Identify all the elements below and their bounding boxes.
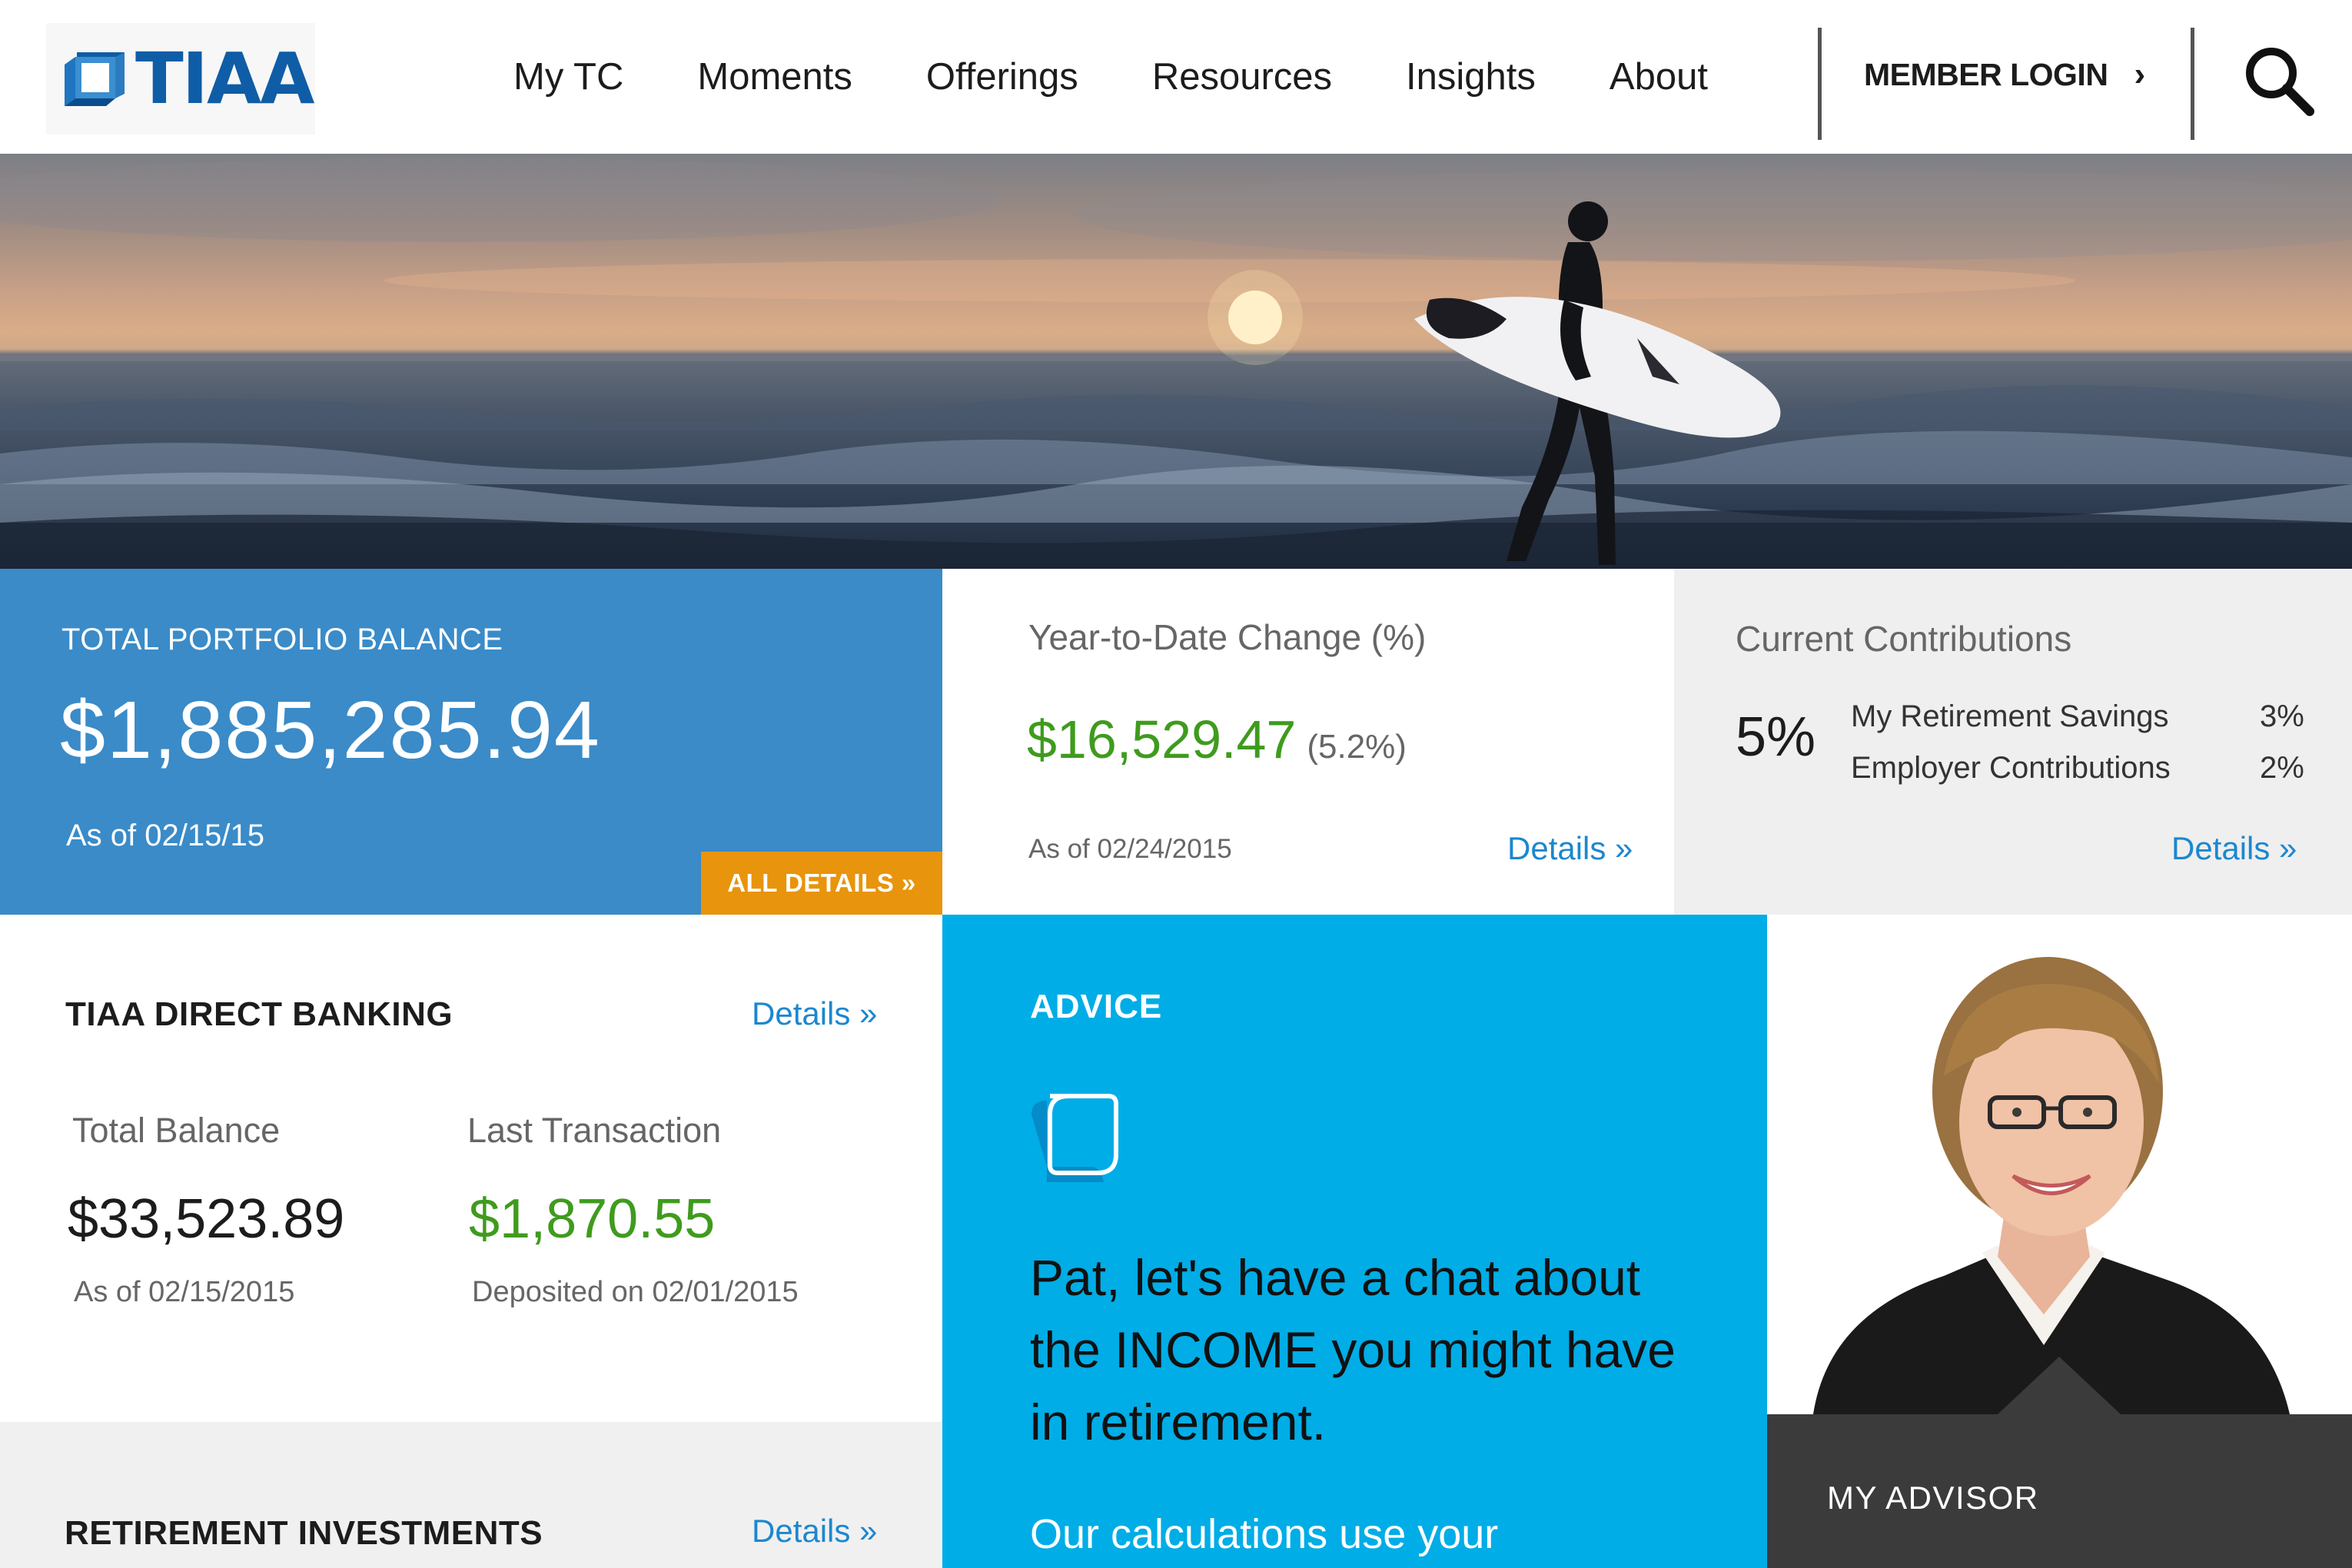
contributions-details-link[interactable]: Details » xyxy=(2171,830,2297,867)
portfolio-label: TOTAL PORTFOLIO BALANCE xyxy=(61,623,503,656)
advice-message: Pat, let's have a chat about the INCOME … xyxy=(1030,1249,1676,1450)
all-details-button[interactable]: ALL DETAILS » xyxy=(701,852,942,915)
contributions-total: 5% xyxy=(1736,706,1816,768)
hero-image-surfer-sunset xyxy=(0,154,2352,569)
retirement-details-link[interactable]: Details » xyxy=(752,1513,877,1550)
hero-illustration xyxy=(0,158,2352,569)
advice-tile: ADVICE Pat, let's have a chat about the … xyxy=(942,915,1767,1568)
contribution-row-label: My Retirement Savings xyxy=(1851,699,2169,733)
my-advisor-tile[interactable]: MY ADVISOR xyxy=(1767,915,2352,1568)
banking-title: TIAA DIRECT BANKING xyxy=(65,995,453,1033)
advice-subtext: Our calculations use your xyxy=(1030,1511,1499,1557)
last-transaction-value: $1,870.55 xyxy=(469,1188,716,1250)
ytd-as-of: As of 02/24/2015 xyxy=(1028,834,1232,864)
contribution-row-label: Employer Contributions xyxy=(1851,751,2171,785)
site-header: TIAA My TC Moments Offerings Resources I… xyxy=(0,0,2352,154)
ytd-label: Year-to-Date Change (%) xyxy=(1028,617,1427,657)
logo-text: TIAA xyxy=(135,37,314,120)
contributions-label: Current Contributions xyxy=(1736,619,2072,659)
total-balance-label: Total Balance xyxy=(72,1111,281,1150)
nav-divider xyxy=(2191,28,2194,140)
retirement-investments-tile: RETIREMENT INVESTMENTS Details » xyxy=(0,1422,942,1568)
contribution-row-value: 3% xyxy=(2260,699,2304,733)
contribution-row-value: 2% xyxy=(2260,751,2304,785)
ytd-value: $16,529.47 xyxy=(1027,709,1297,769)
banking-details-link[interactable]: Details » xyxy=(752,995,877,1032)
advisor-photo xyxy=(1767,915,2352,1414)
nav-item-about[interactable]: About xyxy=(1610,55,1708,98)
nav-item-my-tc[interactable]: My TC xyxy=(513,55,623,98)
my-advisor-label: MY ADVISOR xyxy=(1827,1480,2039,1516)
ytd-change-tile: Year-to-Date Change (%) $16,529.47 (5.2%)… xyxy=(942,569,1674,915)
chevron-right-icon: › xyxy=(2134,55,2145,93)
ytd-percent: (5.2%) xyxy=(1307,728,1407,766)
ytd-value-row: $16,529.47 (5.2%) xyxy=(1027,709,1407,770)
ytd-details-link[interactable]: Details » xyxy=(1507,830,1633,867)
tiaa-logo[interactable]: TIAA xyxy=(46,23,315,135)
total-portfolio-tile: TOTAL PORTFOLIO BALANCE $1,885,285.94 As… xyxy=(0,569,942,915)
chat-bubble-icon xyxy=(1031,1094,1118,1182)
retirement-title: RETIREMENT INVESTMENTS xyxy=(65,1514,543,1552)
direct-banking-tile: TIAA DIRECT BANKING Details » Total Bala… xyxy=(0,915,942,1422)
member-login-label: MEMBER LOGIN xyxy=(1864,56,2108,92)
tiaa-logo-mark-icon xyxy=(65,51,125,106)
main-nav: My TC Moments Offerings Resources Insigh… xyxy=(513,0,1708,154)
nav-divider xyxy=(1818,28,1822,140)
last-transaction-note: Deposited on 02/01/2015 xyxy=(472,1276,799,1308)
nav-item-moments[interactable]: Moments xyxy=(697,55,852,98)
portfolio-as-of: As of 02/15/15 xyxy=(66,819,264,852)
advice-title: ADVICE xyxy=(1030,988,1163,1025)
portfolio-value: $1,885,285.94 xyxy=(60,685,601,776)
total-balance-as-of: As of 02/15/2015 xyxy=(74,1276,295,1308)
last-transaction-label: Last Transaction xyxy=(467,1111,722,1150)
current-contributions-tile: Current Contributions 5% My Retirement S… xyxy=(1674,569,2352,915)
search-icon[interactable] xyxy=(2241,42,2317,119)
nav-item-resources[interactable]: Resources xyxy=(1152,55,1332,98)
total-balance-value: $33,523.89 xyxy=(68,1188,345,1250)
nav-item-offerings[interactable]: Offerings xyxy=(926,55,1078,98)
member-login-button[interactable]: MEMBER LOGIN › xyxy=(1864,55,2145,94)
nav-item-insights[interactable]: Insights xyxy=(1406,55,1536,98)
